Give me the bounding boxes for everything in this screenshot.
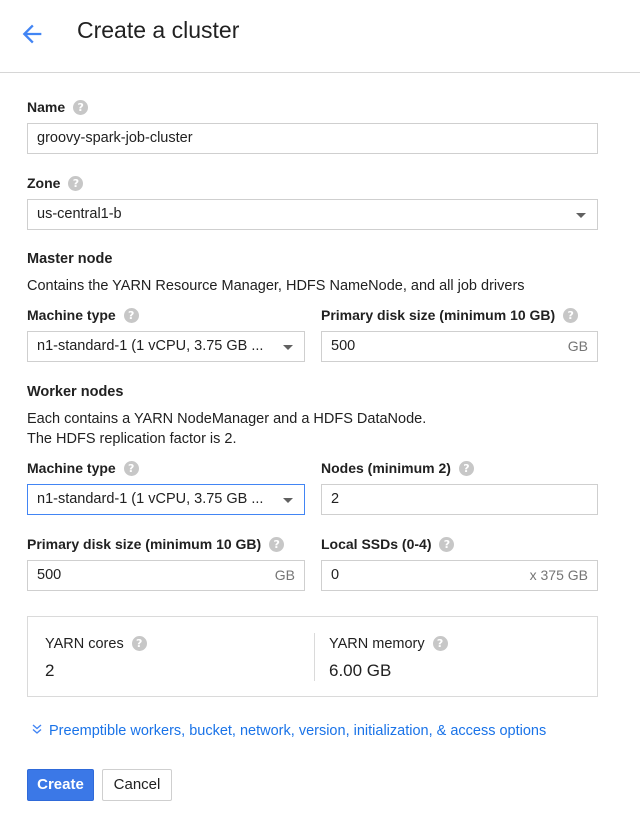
- worker-nodes-description-1: Each contains a YARN NodeManager and a H…: [27, 411, 427, 427]
- worker-machine-type-label-row: Machine type?: [27, 460, 139, 476]
- zone-select-value: us-central1-b: [37, 206, 122, 222]
- master-disk-input[interactable]: 500 GB: [321, 331, 598, 362]
- master-node-title: Master node: [27, 251, 113, 267]
- yarn-cores-label: YARN cores: [45, 636, 124, 652]
- master-machine-type-label-row: Machine type?: [27, 307, 139, 323]
- help-icon[interactable]: ?: [432, 636, 448, 651]
- zone-label-row: Zone?: [27, 175, 84, 191]
- help-icon[interactable]: ?: [123, 461, 139, 476]
- name-input[interactable]: groovy-spark-job-cluster: [27, 123, 598, 154]
- worker-nodes-description-2: The HDFS replication factor is 2.: [27, 431, 237, 447]
- worker-nodes-title: Worker nodes: [27, 384, 124, 400]
- yarn-cores-value: 2: [45, 661, 55, 680]
- worker-disk-unit: GB: [274, 567, 295, 583]
- help-icon[interactable]: ?: [458, 461, 474, 476]
- help-icon[interactable]: ?: [269, 537, 285, 552]
- yarn-memory-label-row: YARN memory?: [329, 636, 448, 652]
- advanced-options-link[interactable]: Preemptible workers, bucket, network, ve…: [31, 723, 546, 739]
- yarn-memory-label: YARN memory: [329, 636, 425, 652]
- master-disk-label: Primary disk size (minimum 10 GB): [321, 307, 556, 323]
- name-input-value: groovy-spark-job-cluster: [37, 130, 193, 146]
- local-ssd-unit: x 375 GB: [529, 567, 588, 583]
- master-machine-type-label: Machine type: [27, 307, 116, 323]
- master-disk-label-row: Primary disk size (minimum 10 GB)?: [321, 307, 579, 323]
- page-title: Create a cluster: [77, 17, 240, 43]
- double-chevron-down-icon: [31, 723, 43, 738]
- worker-machine-type-select[interactable]: n1-standard-1 (1 vCPU, 3.75 GB ...: [27, 484, 305, 515]
- help-icon[interactable]: ?: [563, 308, 579, 323]
- back-button[interactable]: [18, 20, 46, 48]
- name-label: Name: [27, 99, 66, 115]
- header-bar: Create a cluster: [0, 0, 640, 73]
- master-machine-type-value: n1-standard-1 (1 vCPU, 3.75 GB ...: [37, 338, 264, 354]
- arrow-left-icon: [22, 24, 42, 44]
- create-button[interactable]: Create: [27, 769, 94, 801]
- yarn-summary-panel: YARN cores? 2 YARN memory? 6.00 GB: [27, 616, 598, 697]
- master-machine-type-select[interactable]: n1-standard-1 (1 vCPU, 3.75 GB ...: [27, 331, 305, 362]
- local-ssd-label: Local SSDs (0-4): [321, 536, 432, 552]
- yarn-cores-label-row: YARN cores?: [45, 636, 147, 652]
- master-disk-unit: GB: [567, 338, 588, 354]
- dropdown-caret-icon: [283, 498, 293, 503]
- worker-disk-label: Primary disk size (minimum 10 GB): [27, 536, 262, 552]
- worker-machine-type-value: n1-standard-1 (1 vCPU, 3.75 GB ...: [37, 491, 264, 507]
- worker-disk-label-row: Primary disk size (minimum 10 GB)?: [27, 536, 285, 552]
- worker-nodes-count-input[interactable]: 2: [321, 484, 598, 515]
- local-ssd-label-row: Local SSDs (0-4)?: [321, 536, 455, 552]
- divider: [314, 633, 315, 681]
- help-icon[interactable]: ?: [68, 176, 84, 191]
- zone-select[interactable]: us-central1-b: [27, 199, 598, 230]
- master-node-description: Contains the YARN Resource Manager, HDFS…: [27, 278, 525, 294]
- yarn-memory-value: 6.00 GB: [329, 661, 392, 680]
- worker-machine-type-label: Machine type: [27, 460, 116, 476]
- cancel-button[interactable]: Cancel: [102, 769, 172, 801]
- worker-nodes-count-value: 2: [331, 491, 340, 507]
- worker-nodes-count-label-row: Nodes (minimum 2)?: [321, 460, 474, 476]
- worker-disk-value: 500: [37, 567, 62, 583]
- worker-nodes-count-label: Nodes (minimum 2): [321, 460, 451, 476]
- worker-disk-input[interactable]: 500 GB: [27, 560, 305, 591]
- dropdown-caret-icon: [576, 213, 586, 218]
- local-ssd-input[interactable]: 0 x 375 GB: [321, 560, 598, 591]
- dropdown-caret-icon: [283, 345, 293, 350]
- help-icon[interactable]: ?: [123, 308, 139, 323]
- help-icon[interactable]: ?: [73, 100, 89, 115]
- advanced-options-label: Preemptible workers, bucket, network, ve…: [49, 723, 547, 739]
- master-disk-value: 500: [331, 338, 356, 354]
- zone-label: Zone: [27, 175, 61, 191]
- help-icon[interactable]: ?: [439, 537, 455, 552]
- name-label-row: Name?: [27, 99, 89, 115]
- local-ssd-value: 0: [331, 567, 340, 583]
- help-icon[interactable]: ?: [131, 636, 147, 651]
